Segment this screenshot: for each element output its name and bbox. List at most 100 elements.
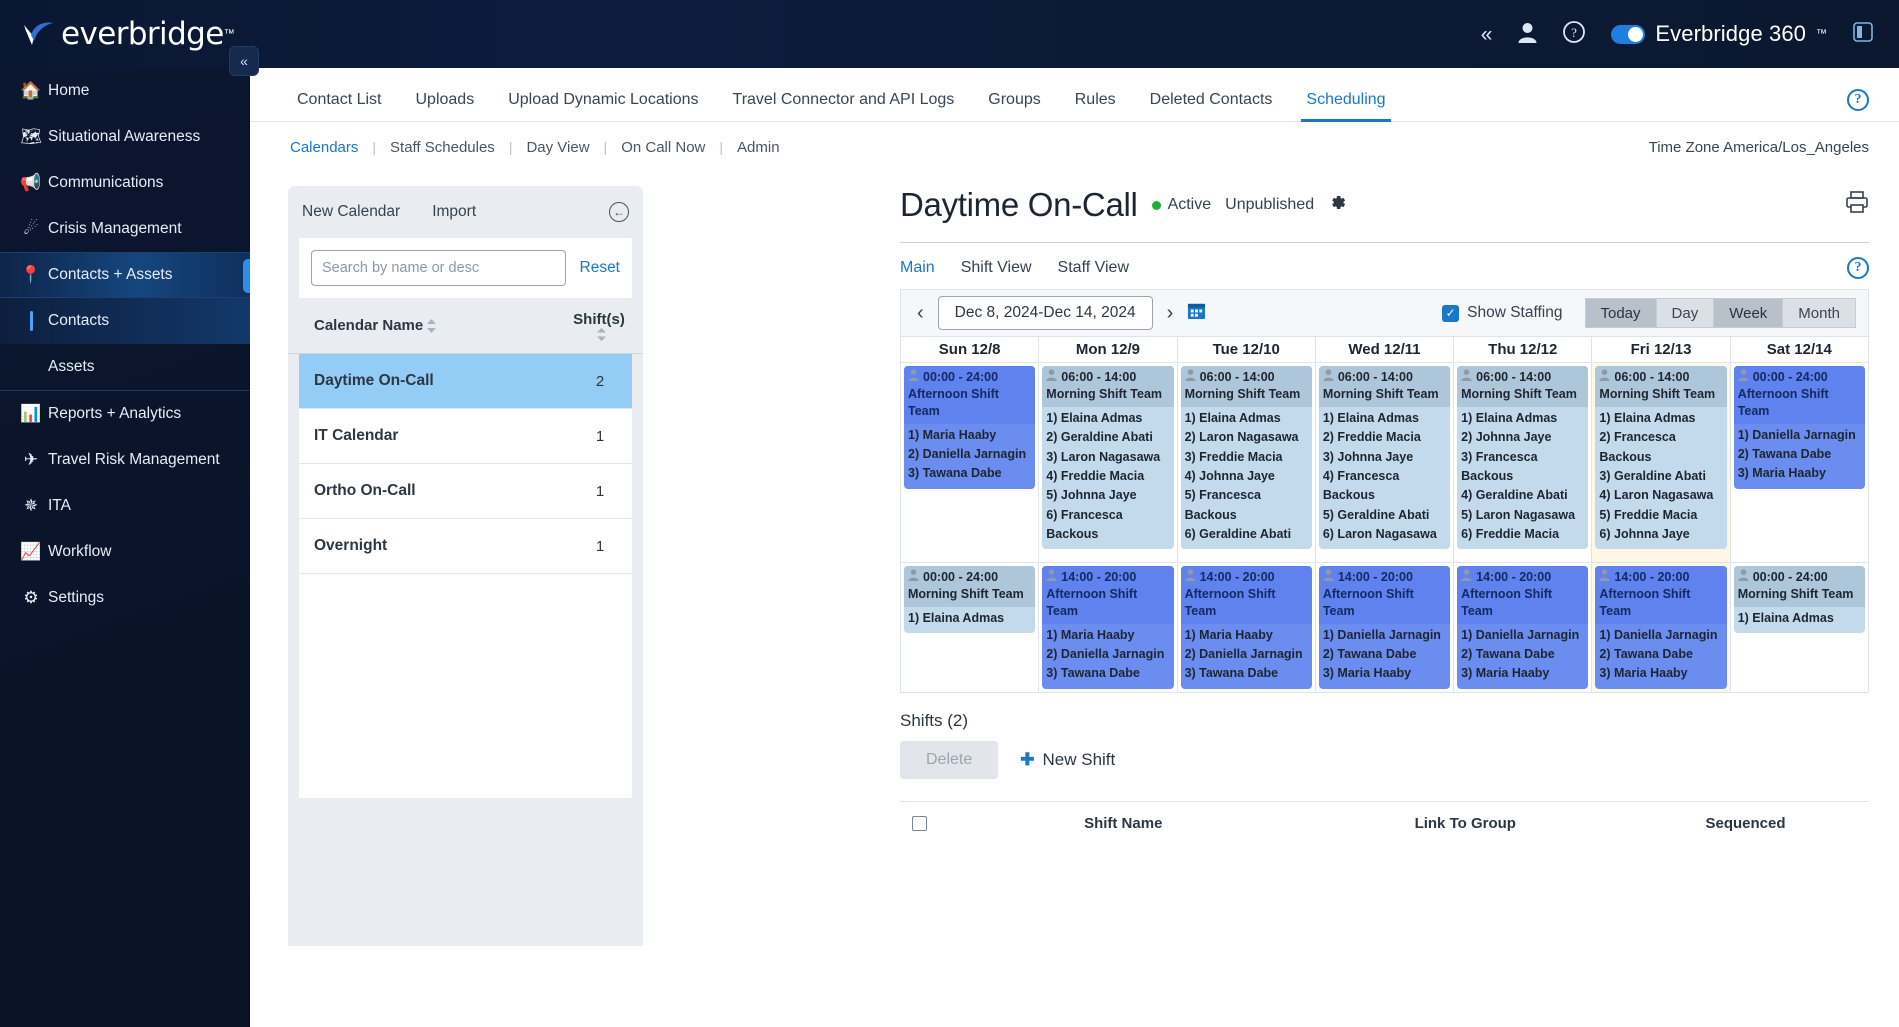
calendar-search-input[interactable] xyxy=(311,250,566,286)
sidebar-collapse-button[interactable]: « xyxy=(229,46,259,76)
prev-week-button[interactable]: ‹ xyxy=(913,302,928,325)
panel-collapse-icon[interactable]: ← xyxy=(609,202,629,222)
tab-contact-list[interactable]: Contact List xyxy=(280,91,398,121)
range-button-day[interactable]: Day xyxy=(1656,298,1715,328)
new-shift-button[interactable]: ✚ New Shift xyxy=(1020,750,1115,770)
user-icon[interactable] xyxy=(1518,22,1537,47)
delete-shift-button[interactable]: Delete xyxy=(900,740,999,779)
calendar-list-item[interactable]: Overnight 1 xyxy=(299,519,632,574)
subnav-on-call-now[interactable]: On Call Now xyxy=(621,139,705,156)
shift-event[interactable]: 06:00 - 14:00 Morning Shift Team 1) Elaina… xyxy=(1595,366,1727,550)
collapse-chevrons-icon[interactable]: « xyxy=(1481,24,1493,45)
shift-event[interactable]: 06:00 - 14:00 Morning Shift Team 1) Elaina… xyxy=(1042,366,1174,550)
next-week-button[interactable]: › xyxy=(1163,302,1178,325)
reset-search-button[interactable]: Reset xyxy=(580,259,621,277)
shift-event[interactable]: 06:00 - 14:00 Morning Shift Team 1) Elaina… xyxy=(1180,366,1312,550)
show-staffing-checkbox[interactable]: ✓ xyxy=(1442,304,1460,322)
sidebar-item-situational-awareness[interactable]: 🗺 Situational Awareness xyxy=(0,114,250,160)
shift-team-name: Morning Shift Team xyxy=(1184,386,1301,401)
sidebar-subitem-contacts[interactable]: Contacts xyxy=(0,298,250,344)
new-calendar-button[interactable]: New Calendar xyxy=(302,203,400,221)
sidebar-item-settings[interactable]: ⚙ Settings xyxy=(0,575,250,621)
tab-upload-dynamic-locations[interactable]: Upload Dynamic Locations xyxy=(491,91,715,121)
sidebar-item-ita[interactable]: ✵ ITA xyxy=(0,483,250,529)
calendar-list-item[interactable]: Ortho On-Call 1 xyxy=(299,464,632,519)
calendar-list-item[interactable]: IT Calendar 1 xyxy=(299,409,632,464)
sidebar-item-communications[interactable]: 📢 Communications xyxy=(0,160,250,206)
tab-rules[interactable]: Rules xyxy=(1058,91,1133,121)
calendar-list-item[interactable]: Daytime On-Call 2 xyxy=(299,354,632,409)
sidebar-item-reports-analytics[interactable]: 📊 Reports + Analytics xyxy=(0,391,250,437)
shift-event[interactable]: 14:00 - 20:00 Afternoon Shift Team 1) Dani… xyxy=(1595,566,1727,689)
pin-icon: 📍 xyxy=(20,265,42,284)
shift-staff-list: 1) Maria Haaby 2) Daniella Jarnagin 3) Taw… xyxy=(904,424,1035,489)
date-range-field[interactable]: Dec 8, 2024-Dec 14, 2024 xyxy=(937,296,1153,330)
column-sequenced[interactable]: Sequenced xyxy=(1622,815,1869,832)
schedule-tab-main[interactable]: Main xyxy=(900,259,935,277)
shift-event[interactable]: 14:00 - 20:00 Afternoon Shift Team 1) Mari… xyxy=(1042,566,1174,689)
range-button-today[interactable]: Today xyxy=(1584,298,1657,328)
range-button-week[interactable]: Week xyxy=(1714,298,1784,328)
schedule-tab-shift-view[interactable]: Shift View xyxy=(961,259,1032,277)
calendar-name: Ortho On-Call xyxy=(314,482,416,499)
shift-event[interactable]: 06:00 - 14:00 Morning Shift Team 1) Elaina… xyxy=(1318,366,1451,550)
shift-event[interactable]: 00:00 - 24:00 Afternoon Shift Team 1) Mari… xyxy=(904,366,1036,489)
shift-staff-item: 4) Johnna Jaye xyxy=(1184,468,1275,483)
panel-toggle-icon[interactable] xyxy=(1853,22,1873,46)
calendar-picker-icon[interactable] xyxy=(1187,301,1206,326)
column-shift-name[interactable]: Shift Name xyxy=(938,815,1309,832)
column-shifts[interactable]: Shift(s) xyxy=(573,311,625,328)
tab-scheduling[interactable]: Scheduling xyxy=(1289,91,1402,122)
tab-groups[interactable]: Groups xyxy=(971,91,1057,121)
sidebar-item-workflow[interactable]: 📈 Workflow xyxy=(0,529,250,575)
shift-event-header: 06:00 - 14:00 Morning Shift Team xyxy=(1457,366,1589,407)
shift-time: 14:00 - 20:00 xyxy=(1199,570,1275,584)
shift-event[interactable]: 00:00 - 24:00 Morning Shift Team 1) Elaina… xyxy=(1733,566,1865,634)
sidebar-item-label: Contacts + Assets xyxy=(48,266,173,283)
help-icon[interactable]: ? xyxy=(1563,21,1586,47)
sidebar-subitem-label: Assets xyxy=(48,358,95,375)
sidebar-subitem-assets[interactable]: Assets xyxy=(0,344,250,390)
settings-gear-icon[interactable] xyxy=(1328,193,1347,218)
sort-calendar-name-icon[interactable] xyxy=(427,318,437,333)
everbridge-logo[interactable]: everbridge ™ xyxy=(22,16,235,52)
day-slot: 14:00 - 20:00 Afternoon Shift Team 1) Mari… xyxy=(1178,563,1315,692)
sidebar-item-travel-risk-management[interactable]: ✈ Travel Risk Management xyxy=(0,437,250,483)
subnav-day-view[interactable]: Day View xyxy=(526,139,589,156)
subnav-staff-schedules[interactable]: Staff Schedules xyxy=(390,139,495,156)
schedule-tab-staff-view[interactable]: Staff View xyxy=(1058,259,1129,277)
person-icon xyxy=(1599,569,1611,586)
column-link-to-group[interactable]: Link To Group xyxy=(1309,815,1623,832)
shift-event[interactable]: 14:00 - 20:00 Afternoon Shift Team 1) Dani… xyxy=(1457,566,1589,689)
ita-icon: ✵ xyxy=(23,496,39,515)
everbridge360-toggle[interactable] xyxy=(1611,24,1646,44)
page-help-icon[interactable]: ? xyxy=(1847,89,1869,111)
tab-uploads[interactable]: Uploads xyxy=(398,91,491,121)
schedule-help-icon[interactable]: ? xyxy=(1847,257,1869,279)
person-icon xyxy=(1323,569,1334,586)
shift-event[interactable]: 14:00 - 20:00 Afternoon Shift Team 1) Dani… xyxy=(1318,566,1451,689)
subnav-admin[interactable]: Admin xyxy=(737,139,780,156)
tab-deleted-contacts[interactable]: Deleted Contacts xyxy=(1133,91,1290,121)
person-icon xyxy=(908,569,919,586)
sidebar-item-crisis-management[interactable]: ☄ Crisis Management xyxy=(0,206,250,252)
tab-travel-connector-and-api-logs[interactable]: Travel Connector and API Logs xyxy=(716,91,972,121)
shift-staff-list: 1) Maria Haaby 2) Daniella Jarnagin 3) Taw… xyxy=(1181,624,1312,689)
import-button[interactable]: Import xyxy=(432,203,476,221)
sort-shifts-icon[interactable] xyxy=(596,327,606,341)
shift-time: 00:00 - 24:00 xyxy=(1752,370,1828,384)
status-badge: Active xyxy=(1167,196,1212,213)
column-calendar-name[interactable]: Calendar Name xyxy=(314,317,423,334)
shift-event[interactable]: 00:00 - 24:00 Afternoon Shift Team 1) Dani… xyxy=(1733,366,1865,489)
shift-event[interactable]: 00:00 - 24:00 Morning Shift Team 1) Elaina… xyxy=(904,566,1036,634)
sidebar-item-label: ITA xyxy=(48,497,71,514)
shift-event[interactable]: 14:00 - 20:00 Afternoon Shift Team 1) Mari… xyxy=(1180,566,1312,689)
shift-staff-item: 3) Maria Haaby xyxy=(1322,666,1412,681)
sidebar-item-contacts-assets[interactable]: 📍 Contacts + Assets xyxy=(0,252,251,298)
range-button-month[interactable]: Month xyxy=(1783,298,1856,328)
sidebar-item-home[interactable]: 🏠 Home xyxy=(0,68,250,114)
print-icon[interactable] xyxy=(1845,191,1869,219)
select-all-checkbox[interactable] xyxy=(911,815,927,831)
shift-event[interactable]: 06:00 - 14:00 Morning Shift Team 1) Elaina… xyxy=(1457,366,1589,550)
subnav-calendars[interactable]: Calendars xyxy=(290,139,358,156)
